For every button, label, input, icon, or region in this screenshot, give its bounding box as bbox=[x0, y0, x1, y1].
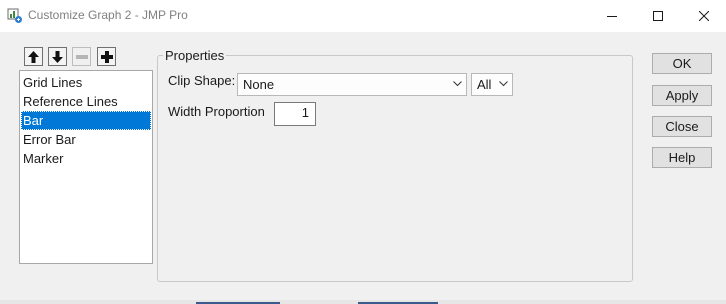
maximize-icon bbox=[653, 11, 663, 21]
arrow-down-icon bbox=[52, 50, 63, 63]
close-icon bbox=[699, 11, 709, 21]
clip-shape-select[interactable]: None bbox=[237, 73, 467, 96]
close-button[interactable]: Close bbox=[652, 116, 712, 137]
list-item-bar[interactable]: Bar bbox=[21, 111, 151, 130]
list-item-error-bar[interactable]: Error Bar bbox=[21, 130, 151, 149]
remove-button[interactable] bbox=[72, 47, 91, 66]
help-button[interactable]: Help bbox=[652, 147, 712, 168]
minimize-icon bbox=[607, 16, 617, 17]
width-proportion-input[interactable]: 1 bbox=[274, 102, 316, 126]
chevron-down-icon bbox=[499, 81, 508, 87]
move-down-button[interactable] bbox=[48, 47, 67, 66]
list-item-grid-lines[interactable]: Grid Lines bbox=[21, 73, 151, 92]
minus-icon bbox=[75, 54, 88, 59]
clip-shape-label: Clip Shape: bbox=[168, 73, 236, 88]
move-up-button[interactable] bbox=[24, 47, 43, 66]
clip-scope-select[interactable]: All bbox=[471, 73, 513, 96]
minimize-button[interactable] bbox=[589, 0, 635, 32]
width-proportion-label: Width Proportion bbox=[168, 104, 265, 119]
close-window-button[interactable] bbox=[681, 0, 726, 32]
arrow-up-icon bbox=[28, 50, 39, 63]
title-bar[interactable]: Customize Graph 2 - JMP Pro bbox=[0, 0, 726, 32]
customize-graph-dialog: Customize Graph 2 - JMP Pro Grid Lines R… bbox=[0, 0, 726, 304]
add-button[interactable] bbox=[97, 47, 116, 66]
chevron-down-icon bbox=[453, 81, 462, 87]
ok-button[interactable]: OK bbox=[652, 53, 712, 74]
maximize-button[interactable] bbox=[635, 0, 681, 32]
plus-icon bbox=[100, 50, 113, 63]
list-item-reference-lines[interactable]: Reference Lines bbox=[21, 92, 151, 111]
element-list[interactable]: Grid Lines Reference Lines Bar Error Bar… bbox=[19, 70, 153, 264]
list-item-marker[interactable]: Marker bbox=[21, 149, 151, 168]
clip-shape-value: None bbox=[243, 77, 275, 92]
window-title: Customize Graph 2 - JMP Pro bbox=[28, 8, 188, 22]
jmp-app-icon bbox=[7, 8, 23, 24]
properties-legend: Properties bbox=[163, 48, 227, 63]
clip-scope-value: All bbox=[477, 77, 492, 92]
apply-button[interactable]: Apply bbox=[652, 85, 712, 106]
